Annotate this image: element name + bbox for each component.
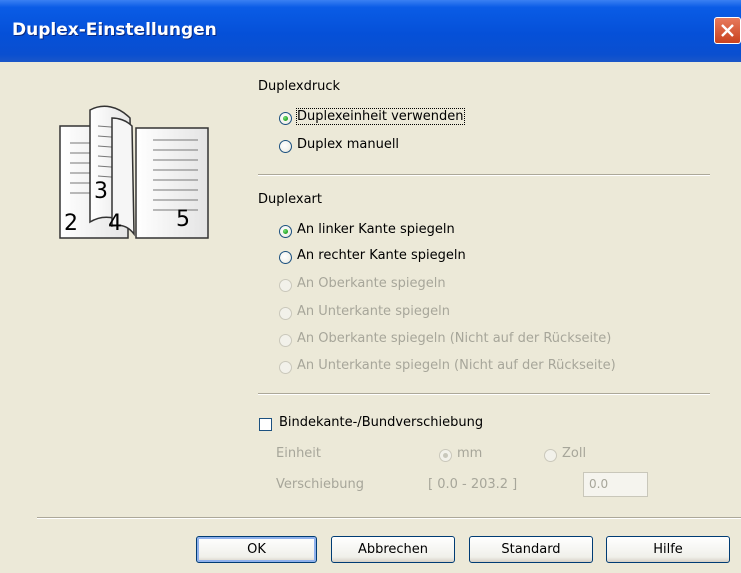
cancel-button[interactable]: Abbrechen [331, 536, 455, 563]
separator [258, 174, 710, 176]
radio-oberkante-nicht-rueckseite[interactable] [279, 334, 292, 347]
label-duplex-manuell[interactable]: Duplex manuell [297, 137, 399, 152]
duplexart-heading: Duplexart [258, 192, 322, 207]
label-zoll[interactable]: Zoll [562, 446, 586, 461]
page-number-2: 2 [64, 211, 78, 236]
page-number-5: 5 [176, 207, 190, 232]
radio-rechter-kante[interactable] [279, 251, 292, 264]
label-duplexeinheit[interactable]: Duplexeinheit verwenden [296, 108, 465, 125]
title-bar[interactable]: Duplex-Einstellungen [0, 0, 741, 62]
duplexdruck-heading: Duplexdruck [258, 79, 341, 94]
label-rechter-kante[interactable]: An rechter Kante spiegeln [297, 248, 466, 263]
binding-offset-checkbox[interactable] [259, 418, 272, 431]
radio-unterkante[interactable] [279, 307, 292, 320]
page-number-4: 4 [108, 211, 122, 236]
radio-zoll[interactable] [544, 449, 557, 462]
window-title: Duplex-Einstellungen [12, 20, 217, 40]
radio-linker-kante[interactable] [279, 225, 292, 238]
radio-duplex-manuell[interactable] [279, 140, 292, 153]
page-number-3: 3 [94, 179, 108, 204]
einheit-label: Einheit [276, 446, 322, 461]
verschiebung-label: Verschiebung [276, 477, 364, 492]
separator [258, 393, 710, 395]
radio-oberkante[interactable] [279, 279, 292, 292]
label-mm[interactable]: mm [457, 446, 482, 461]
duplex-book-icon: 3 2 4 5 [59, 105, 209, 239]
binding-offset-label[interactable]: Bindekante-/Bundverschiebung [279, 415, 483, 430]
separator [37, 517, 741, 519]
close-button[interactable] [714, 17, 741, 44]
offset-input[interactable]: 0.0 [583, 472, 648, 497]
help-button[interactable]: Hilfe [606, 536, 730, 563]
label-unterkante[interactable]: An Unterkante spiegeln [297, 304, 450, 319]
standard-button[interactable]: Standard [469, 536, 593, 563]
radio-mm[interactable] [439, 449, 452, 462]
offset-range: [ 0.0 - 203.2 ] [428, 477, 518, 492]
ok-button[interactable]: OK [196, 536, 317, 563]
label-oberkante[interactable]: An Oberkante spiegeln [297, 276, 446, 291]
radio-unterkante-nicht-rueckseite[interactable] [279, 361, 292, 374]
label-linker-kante[interactable]: An linker Kante spiegeln [297, 222, 455, 237]
close-icon [721, 24, 734, 37]
label-oberkante-nicht-rueckseite[interactable]: An Oberkante spiegeln (Nicht auf der Rüc… [297, 331, 611, 346]
label-unterkante-nicht-rueckseite[interactable]: An Unterkante spiegeln (Nicht auf der Rü… [297, 358, 616, 373]
radio-duplexeinheit[interactable] [279, 112, 292, 125]
